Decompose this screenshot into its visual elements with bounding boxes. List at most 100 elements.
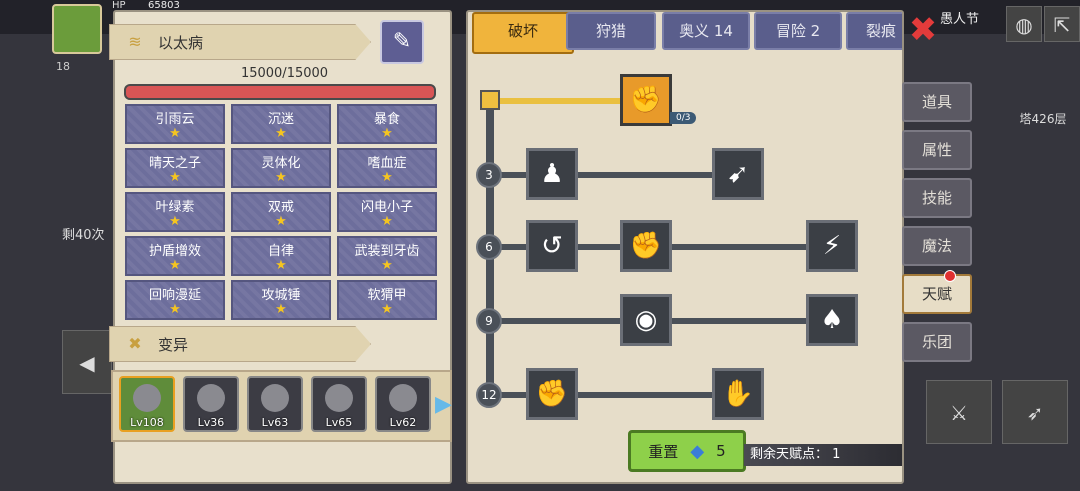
bat-talent-node[interactable]: ♠ bbox=[806, 294, 858, 346]
hero-portrait[interactable]: Lv63 bbox=[247, 376, 303, 432]
globe-icon[interactable]: ◍ bbox=[1006, 6, 1042, 42]
hero-level: Lv62 bbox=[389, 416, 417, 429]
sword-icon[interactable]: ⚔ bbox=[926, 380, 992, 444]
tree-link-12 bbox=[488, 392, 718, 398]
trait-cell[interactable]: 自律 ★ bbox=[231, 236, 331, 276]
level-marker-6: 6 bbox=[476, 234, 502, 260]
trait-cell[interactable]: 武装到牙齿 ★ bbox=[337, 236, 437, 276]
wings-icon: ≋ bbox=[128, 32, 142, 51]
remaining-points-value: 1 bbox=[832, 447, 841, 462]
trait-cell[interactable]: 灵体化 ★ bbox=[231, 148, 331, 188]
hp-text: 15000/15000 bbox=[240, 66, 329, 81]
tab-4[interactable]: 裂痕 bbox=[846, 12, 902, 50]
dna-icon: ✖ bbox=[128, 334, 142, 353]
close-icon[interactable]: ✖ bbox=[905, 12, 941, 48]
ripple-talent-node[interactable]: ◉ bbox=[620, 294, 672, 346]
trait-cell[interactable]: 软猬甲 ★ bbox=[337, 280, 437, 320]
hero-portrait[interactable]: Lv62 bbox=[375, 376, 431, 432]
player-avatar[interactable] bbox=[52, 4, 102, 54]
level-marker-3: 3 bbox=[476, 162, 502, 188]
hero-level: Lv65 bbox=[325, 416, 353, 429]
side-menu-item[interactable]: 技能 bbox=[902, 178, 972, 218]
side-menu-item[interactable]: 天赋 bbox=[902, 270, 972, 314]
level-marker-12: 12 bbox=[476, 382, 502, 408]
trait-name: 自律 bbox=[267, 244, 294, 259]
star-icon: ★ bbox=[275, 170, 287, 185]
star-icon: ★ bbox=[275, 126, 287, 141]
tree-link-top bbox=[490, 98, 620, 104]
star-icon: ★ bbox=[275, 214, 287, 229]
trait-name: 护盾增效 bbox=[148, 244, 201, 259]
reset-button[interactable]: 重置 ◆ 5 bbox=[628, 430, 746, 472]
star-icon: ★ bbox=[381, 302, 393, 317]
side-menu-item[interactable]: 道具 bbox=[902, 82, 972, 122]
strength-talent-node[interactable]: ♟ bbox=[526, 148, 578, 200]
fist-talent-node[interactable]: ✊ bbox=[526, 368, 578, 420]
trait-cell[interactable]: 嗜血症 ★ bbox=[337, 148, 437, 188]
star-icon: ★ bbox=[169, 170, 181, 185]
trait-name: 闪电小子 bbox=[360, 200, 413, 215]
trait-cell[interactable]: 晴天之子 ★ bbox=[125, 148, 225, 188]
arrow-talent-node[interactable]: ➹ bbox=[712, 148, 764, 200]
hero-portrait[interactable]: Lv36 bbox=[183, 376, 239, 432]
swirl-talent-node[interactable]: ↺ bbox=[526, 220, 578, 272]
remaining-points: 剩余天赋点： 1 bbox=[744, 444, 902, 466]
tab-3[interactable]: 冒险 2 bbox=[754, 12, 842, 50]
mutation-ribbon: ✖ 变异 bbox=[109, 326, 371, 362]
star-icon: ★ bbox=[381, 258, 393, 273]
hp-bar bbox=[124, 84, 436, 100]
disease-title: 以太病 bbox=[158, 33, 204, 52]
side-menu-label: 道具 bbox=[921, 93, 952, 111]
side-menu-item[interactable]: 乐团 bbox=[902, 322, 972, 362]
slash-talent-node[interactable]: ⚡ bbox=[806, 220, 858, 272]
character-panel: ≋ 以太病 ✎ 15000/15000 引雨云 ★ 沉迷 ★ 暴食 ★ 晴天之子 ★ 灵体化 ★ 嗜… bbox=[109, 10, 452, 484]
trait-cell[interactable]: 回响漫延 ★ bbox=[125, 280, 225, 320]
side-menu-item[interactable]: 属性 bbox=[902, 130, 972, 170]
trait-cell[interactable]: 护盾增效 ★ bbox=[125, 236, 225, 276]
hud-event-label: 愚人节 bbox=[940, 12, 980, 27]
trait-cell[interactable]: 暴食 ★ bbox=[337, 104, 437, 144]
trait-cell[interactable]: 叶绿素 ★ bbox=[125, 192, 225, 232]
trait-cell[interactable]: 引雨云 ★ bbox=[125, 104, 225, 144]
trait-name: 双戒 bbox=[267, 200, 294, 215]
side-menu-label: 天赋 bbox=[921, 285, 952, 303]
trait-name: 暴食 bbox=[373, 112, 400, 127]
punch-talent-node[interactable]: ✊ bbox=[620, 220, 672, 272]
star-icon: ★ bbox=[381, 214, 393, 229]
tab-0[interactable]: 破坏 bbox=[472, 12, 574, 54]
trait-name: 灵体化 bbox=[261, 156, 301, 171]
hero-portrait[interactable]: Lv65 bbox=[311, 376, 367, 432]
tab-2[interactable]: 奥义 14 bbox=[662, 12, 750, 50]
back-arrow-icon[interactable]: ◀ bbox=[62, 330, 112, 394]
trait-name: 引雨云 bbox=[155, 112, 195, 127]
handshake-talent-node[interactable]: ✊ bbox=[620, 74, 672, 126]
side-menu-item[interactable]: 魔法 bbox=[902, 226, 972, 266]
hero-level: Lv63 bbox=[261, 416, 289, 429]
star-icon: ★ bbox=[169, 214, 181, 229]
hero-face bbox=[133, 384, 161, 412]
mutation-title: 变异 bbox=[158, 335, 189, 354]
exit-icon[interactable]: ⇱ bbox=[1044, 6, 1080, 42]
side-menu-label: 属性 bbox=[921, 141, 952, 159]
tab-1[interactable]: 狩猎 bbox=[566, 12, 656, 50]
trait-cell[interactable]: 闪电小子 ★ bbox=[337, 192, 437, 232]
trait-grid: 引雨云 ★ 沉迷 ★ 暴食 ★ 晴天之子 ★ 灵体化 ★ 嗜血症 ★ 叶绿素 ★ 双戒 ★ 闪电小子 ★ 护盾增效 ★… bbox=[125, 104, 438, 320]
hero-level: Lv36 bbox=[197, 416, 225, 429]
grip-talent-node[interactable]: ✋ bbox=[712, 368, 764, 420]
hero-list: Lv108 Lv36 Lv63 Lv65 Lv62 bbox=[111, 370, 452, 442]
star-icon: ★ bbox=[275, 302, 287, 317]
syringe-icon[interactable]: ✎ bbox=[380, 20, 424, 64]
trait-cell[interactable]: 双戒 ★ bbox=[231, 192, 331, 232]
trait-cell[interactable]: 攻城锤 ★ bbox=[231, 280, 331, 320]
hero-face bbox=[325, 384, 353, 412]
scroll-right-icon[interactable]: ▶ bbox=[435, 392, 452, 417]
trait-name: 嗜血症 bbox=[367, 156, 407, 171]
diamond-icon: ◆ bbox=[690, 440, 705, 462]
trait-cell[interactable]: 沉迷 ★ bbox=[231, 104, 331, 144]
hero-face bbox=[197, 384, 225, 412]
hero-face bbox=[261, 384, 289, 412]
bow-icon[interactable]: ➶ bbox=[1002, 380, 1068, 444]
hero-portrait[interactable]: Lv108 bbox=[119, 376, 175, 432]
talent-panel: 破坏 狩猎 奥义 14 冒险 2 裂痕 ✊ 0/3 3 ♟ ➹ 6 ↺ ✊ ⚡ 9 ◉ … bbox=[466, 10, 904, 484]
hud-tower-floor: 塔426层 bbox=[1019, 112, 1067, 126]
